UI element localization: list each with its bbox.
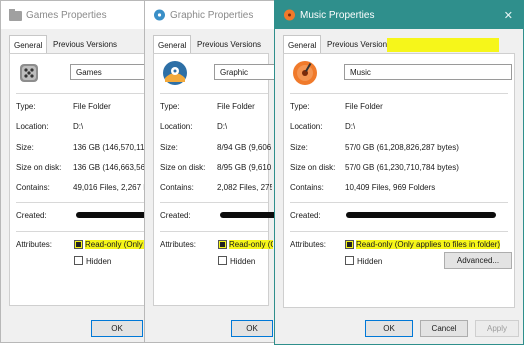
window-title: Games Properties bbox=[26, 10, 107, 21]
music-folder-icon bbox=[292, 60, 318, 88]
type-value: File Folder bbox=[217, 102, 255, 111]
type-value: File Folder bbox=[345, 102, 383, 111]
contains-label: Contains: bbox=[16, 183, 50, 192]
divider bbox=[290, 93, 508, 94]
divider bbox=[160, 231, 268, 232]
divider bbox=[160, 202, 268, 203]
contains-value: 49,016 Files, 2,267 F bbox=[73, 183, 149, 192]
disc-folder-icon bbox=[162, 60, 188, 88]
readonly-label: Read-only (On bbox=[229, 240, 273, 249]
attributes-label: Attributes: bbox=[160, 240, 197, 249]
window-title: Graphic Properties bbox=[170, 10, 254, 21]
size-value: 57/0 GB (61,208,826,287 bytes) bbox=[345, 143, 459, 152]
hidden-checkbox[interactable] bbox=[345, 256, 354, 265]
size-on-disk-value: 57/0 GB (61,230,710,784 bytes) bbox=[345, 163, 459, 172]
hidden-label: Hidden bbox=[230, 257, 256, 266]
music-properties-window: Music Properties ✕ General Previous Vers… bbox=[274, 0, 524, 345]
size-on-disk-label: Size on disk: bbox=[160, 163, 206, 172]
dice-folder-icon bbox=[18, 62, 40, 86]
title-bar[interactable]: Music Properties ✕ bbox=[275, 1, 523, 29]
ok-button[interactable]: OK bbox=[365, 320, 413, 337]
advanced-button[interactable]: Advanced... bbox=[444, 252, 512, 269]
type-label: Type: bbox=[16, 102, 36, 111]
tab-general[interactable]: General bbox=[153, 35, 192, 54]
location-label: Location: bbox=[160, 122, 193, 131]
location-value: D:\ bbox=[217, 122, 228, 131]
attributes-label: Attributes: bbox=[16, 240, 53, 249]
hidden-checkbox[interactable] bbox=[218, 256, 227, 265]
contains-label: Contains: bbox=[160, 183, 194, 192]
tab-previous-versions[interactable]: Previous Versions bbox=[323, 37, 395, 53]
size-label: Size: bbox=[160, 143, 178, 152]
apply-button[interactable]: Apply bbox=[475, 320, 519, 337]
readonly-label: Read-only (Only applies to files in fold… bbox=[356, 240, 501, 249]
general-panel: Graphic Type: File Folder Location: D:\ … bbox=[153, 53, 277, 306]
tab-previous-versions[interactable]: Previous Versions bbox=[193, 37, 265, 53]
type-label: Type: bbox=[160, 102, 180, 111]
tab-general[interactable]: General bbox=[9, 35, 48, 54]
contains-label: Contains: bbox=[290, 183, 324, 192]
folder-name-field[interactable]: Music bbox=[344, 64, 512, 80]
attributes-label: Attributes: bbox=[290, 240, 327, 249]
graphic-properties-window: Graphic Properties General Previous Vers… bbox=[144, 0, 278, 343]
redaction-mark bbox=[346, 212, 496, 218]
tab-previous-versions[interactable]: Previous Versions bbox=[49, 37, 121, 53]
divider bbox=[160, 93, 268, 94]
contains-value: 2,082 Files, 275 I bbox=[217, 183, 272, 192]
folder-name-field[interactable]: Graphic bbox=[214, 64, 277, 80]
divider bbox=[290, 231, 508, 232]
location-label: Location: bbox=[16, 122, 49, 131]
contains-value: 10,409 Files, 969 Folders bbox=[345, 183, 436, 192]
size-on-disk-label: Size on disk: bbox=[16, 163, 62, 172]
location-value: D:\ bbox=[73, 122, 84, 131]
title-bar[interactable]: Graphic Properties bbox=[145, 1, 277, 29]
tab-general[interactable]: General bbox=[283, 35, 322, 54]
created-label: Created: bbox=[160, 211, 191, 220]
ok-button[interactable]: OK bbox=[231, 320, 273, 337]
created-label: Created: bbox=[16, 211, 47, 220]
location-label: Location: bbox=[290, 122, 323, 131]
created-label: Created: bbox=[290, 211, 321, 220]
type-value: File Folder bbox=[73, 102, 111, 111]
size-label: Size: bbox=[16, 143, 34, 152]
redaction-mark bbox=[220, 212, 277, 218]
readonly-checkbox[interactable] bbox=[74, 240, 83, 249]
divider bbox=[290, 202, 508, 203]
size-value: 136 GB (146,570,110 bbox=[73, 143, 149, 152]
hidden-checkbox[interactable] bbox=[74, 256, 83, 265]
hidden-label: Hidden bbox=[357, 257, 383, 266]
hidden-label: Hidden bbox=[86, 257, 112, 266]
size-value: 8/94 GB (9,606,7 bbox=[217, 143, 272, 152]
size-on-disk-value: 136 GB (146,663,563 bbox=[73, 163, 150, 172]
readonly-checkbox[interactable] bbox=[218, 240, 227, 249]
size-on-disk-label: Size on disk: bbox=[290, 163, 336, 172]
location-value: D:\ bbox=[345, 122, 356, 131]
highlight-mark bbox=[387, 38, 499, 52]
ok-button[interactable]: OK bbox=[91, 320, 143, 337]
close-icon[interactable]: ✕ bbox=[504, 9, 513, 22]
folder-icon bbox=[9, 9, 22, 21]
size-label: Size: bbox=[290, 143, 308, 152]
disc-icon bbox=[153, 9, 166, 21]
window-title: Music Properties bbox=[300, 10, 375, 21]
readonly-checkbox[interactable] bbox=[345, 240, 354, 249]
size-on-disk-value: 8/95 GB (9,610,7 bbox=[217, 163, 272, 172]
music-icon bbox=[283, 9, 296, 21]
cancel-button[interactable]: Cancel bbox=[420, 320, 468, 337]
type-label: Type: bbox=[290, 102, 310, 111]
general-panel: Music Type: File Folder Location: D:\ Si… bbox=[283, 53, 515, 308]
